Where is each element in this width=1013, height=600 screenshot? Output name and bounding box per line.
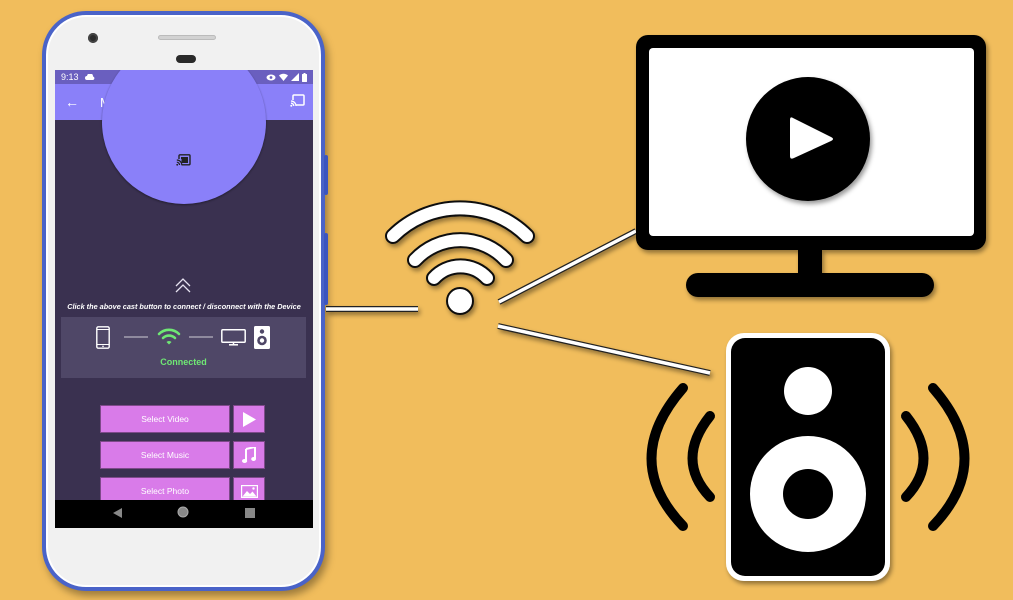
front-camera — [88, 33, 98, 43]
android-nav-bar — [55, 500, 313, 528]
signal-icon — [291, 73, 299, 81]
volume-button — [324, 155, 328, 195]
arrow-back-icon[interactable]: ← — [65, 94, 85, 110]
play-icon — [243, 411, 256, 427]
select-video-row: Select Video — [100, 405, 265, 433]
select-video-button[interactable]: Select Video — [100, 405, 230, 433]
select-music-icon-button[interactable] — [233, 441, 265, 469]
earpiece-speaker — [158, 35, 216, 40]
eye-icon — [266, 74, 276, 80]
battery-icon — [302, 72, 307, 82]
select-music-button[interactable]: Select Music — [100, 441, 230, 469]
proximity-sensor — [176, 55, 196, 63]
status-time: 9:13 — [61, 72, 79, 82]
cast-icon — [176, 154, 191, 166]
image-icon — [240, 484, 258, 498]
wifi-icon — [279, 73, 288, 81]
smartphone-icon — [96, 326, 110, 349]
recents-square-icon[interactable] — [245, 505, 256, 523]
connection-line — [124, 336, 148, 338]
cloud-icon — [84, 74, 94, 80]
double-chevron-up-icon — [175, 278, 191, 293]
music-note-icon — [242, 447, 256, 463]
cast-connect-button[interactable] — [102, 70, 266, 204]
connection-line — [189, 336, 213, 338]
cast-icon[interactable] — [290, 94, 305, 107]
home-circle-icon[interactable] — [177, 505, 189, 523]
wifi-icon — [157, 328, 181, 345]
back-triangle-icon[interactable] — [112, 505, 122, 523]
connection-status-panel: Connected — [61, 317, 306, 378]
tv-icon — [221, 329, 246, 346]
select-music-row: Select Music — [100, 441, 265, 469]
speaker-icon — [254, 326, 270, 349]
power-button — [324, 233, 328, 305]
cast-hint-text: Click the above cast button to connect /… — [67, 302, 301, 311]
play-circle-icon — [746, 77, 870, 201]
speaker-icon — [726, 333, 890, 581]
select-video-icon-button[interactable] — [233, 405, 265, 433]
phone-mockup: 9:13 ← Media casting — [42, 11, 328, 591]
connection-lines — [326, 228, 711, 376]
app-screen: 9:13 ← Media casting — [55, 70, 313, 528]
connection-status: Connected — [160, 357, 207, 367]
